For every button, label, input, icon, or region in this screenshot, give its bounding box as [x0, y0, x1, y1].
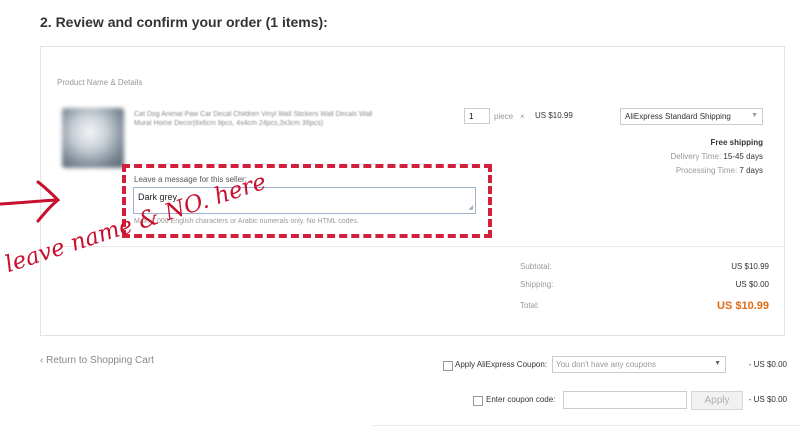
- return-to-cart-link[interactable]: ‹ Return to Shopping Cart: [40, 355, 154, 366]
- footer-divider: [372, 425, 800, 426]
- unit-price: US $10.99: [535, 111, 573, 120]
- total-value: US $10.99: [717, 300, 769, 312]
- coupon-select[interactable]: You don't have any coupons ▼: [552, 356, 726, 373]
- delivery-time: Delivery Time: 15-45 days: [670, 152, 763, 161]
- delivery-time-value: 15-45 days: [723, 152, 763, 161]
- coupon-discount: - US $0.00: [748, 360, 787, 369]
- coupon-select-value: You don't have any coupons: [556, 360, 656, 369]
- section-title: 2. Review and confirm your order (1 item…: [40, 14, 328, 30]
- product-name-link[interactable]: Cat Dog Animal Paw Car Decal Children Vi…: [134, 110, 384, 128]
- delivery-time-label: Delivery Time:: [670, 152, 722, 161]
- arrow-right-icon: [0, 180, 61, 223]
- multiply-sign: ×: [520, 112, 525, 121]
- processing-time-value: 7 days: [739, 166, 763, 175]
- coupon-code-discount: - US $0.00: [748, 395, 787, 404]
- quantity-input[interactable]: [464, 108, 490, 124]
- subtotal-value: US $10.99: [731, 262, 769, 271]
- free-shipping-label: Free shipping: [710, 138, 763, 147]
- subtotal-label: Subtotal:: [520, 262, 552, 271]
- coupon-code-checkbox[interactable]: [473, 396, 483, 406]
- coupon-code-label: Enter coupon code:: [486, 395, 556, 404]
- chevron-down-icon: ▼: [714, 360, 721, 367]
- section-divider: [57, 246, 785, 247]
- product-column-header: Product Name & Details: [57, 78, 143, 87]
- chevron-down-icon: ▼: [751, 112, 758, 119]
- processing-time: Processing Time: 7 days: [676, 166, 763, 175]
- coupon-code-input[interactable]: [563, 391, 687, 409]
- shipping-method-value: AliExpress Standard Shipping: [625, 112, 731, 121]
- unit-label: piece: [494, 112, 514, 121]
- processing-time-label: Processing Time:: [675, 166, 738, 175]
- resize-grip-icon[interactable]: ◢: [468, 204, 473, 211]
- shipping-method-select[interactable]: AliExpress Standard Shipping ▼: [620, 108, 763, 125]
- shipping-label: Shipping:: [520, 280, 554, 289]
- product-thumbnail[interactable]: [62, 108, 124, 168]
- coupon-label: Apply AliExpress Coupon:: [455, 360, 548, 369]
- coupon-checkbox[interactable]: [443, 361, 453, 371]
- total-label: Total:: [520, 301, 540, 310]
- shipping-value: US $0.00: [735, 280, 769, 289]
- apply-button[interactable]: Apply: [691, 391, 743, 410]
